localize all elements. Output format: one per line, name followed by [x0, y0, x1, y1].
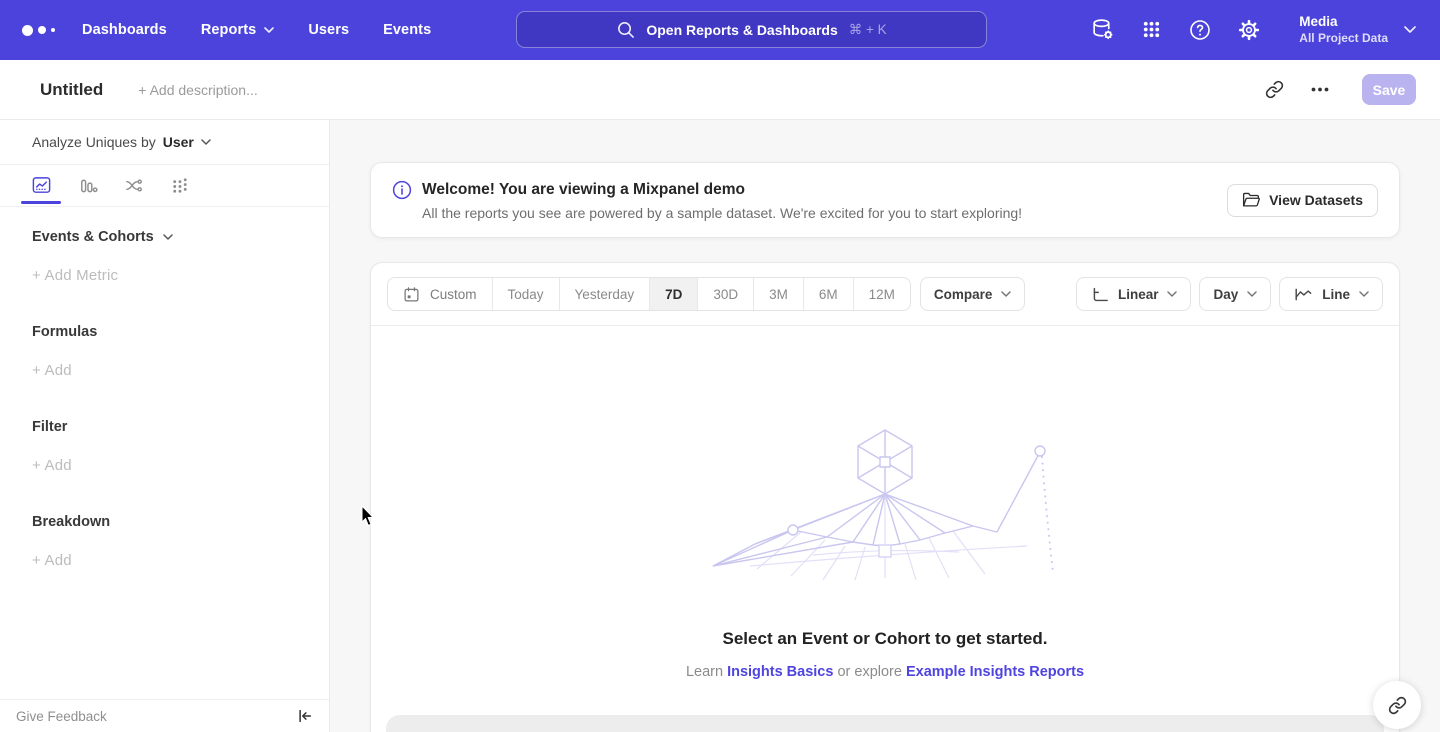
folder-icon [1242, 192, 1260, 208]
visualization-tabs [0, 165, 329, 207]
range-3m[interactable]: 3M [753, 278, 803, 310]
section-filter: Filter + Add [32, 419, 297, 474]
copy-link-button[interactable] [1265, 80, 1284, 99]
chevron-down-icon [264, 27, 274, 33]
more-options-button[interactable] [1311, 87, 1329, 92]
bar-chart-icon [77, 175, 98, 196]
banner-title: Welcome! You are viewing a Mixpanel demo [422, 181, 745, 199]
insights-line-icon [31, 175, 52, 196]
tab-flows[interactable] [110, 165, 156, 206]
mixpanel-logo-icon[interactable] [22, 25, 76, 36]
nav-users[interactable]: Users [308, 22, 349, 38]
settings-gear-icon[interactable] [1236, 17, 1262, 43]
empty-state-title: Select an Event or Cohort to get started… [723, 629, 1048, 649]
chevron-down-icon [1001, 291, 1011, 297]
report-header: Untitled + Add description... Save [0, 60, 1440, 120]
collapse-left-icon [297, 708, 313, 724]
nav-events[interactable]: Events [383, 22, 431, 38]
analyze-uniques-label: Analyze Uniques by [32, 134, 156, 150]
calendar-icon [403, 286, 420, 303]
insights-basics-link[interactable]: Insights Basics [727, 664, 833, 680]
give-feedback-link[interactable]: Give Feedback [16, 709, 107, 724]
link-icon [1388, 696, 1407, 715]
data-management-icon[interactable] [1089, 17, 1115, 43]
range-30d[interactable]: 30D [697, 278, 753, 310]
range-today[interactable]: Today [492, 278, 559, 310]
line-chart-icon [1293, 286, 1313, 303]
add-metric-button[interactable]: + Add Metric [32, 267, 297, 284]
search-placeholder: Open Reports & Dashboards [646, 22, 837, 38]
link-icon [1265, 80, 1284, 99]
chevron-down-icon [1359, 291, 1369, 297]
project-subtitle: All Project Data [1299, 31, 1388, 47]
ellipsis-icon [1311, 87, 1329, 92]
nav-right-cluster: Media All Project Data [1089, 13, 1416, 46]
metrics-grid-icon [169, 175, 190, 196]
compare-dropdown[interactable]: Compare [920, 277, 1026, 311]
section-formulas: Formulas + Add [32, 324, 297, 379]
range-custom[interactable]: Custom [388, 278, 492, 310]
view-datasets-button[interactable]: View Datasets [1227, 184, 1378, 217]
example-insights-reports-link[interactable]: Example Insights Reports [906, 664, 1084, 680]
scale-dropdown[interactable]: Linear [1076, 277, 1192, 311]
help-icon[interactable] [1187, 17, 1213, 43]
share-link-fab[interactable] [1373, 681, 1421, 729]
top-nav: Dashboards Reports Users Events Open Rep… [0, 0, 1440, 60]
filter-label: Filter [32, 419, 67, 435]
flows-icon [123, 175, 144, 196]
chevron-down-icon [1404, 26, 1416, 33]
range-yesterday[interactable]: Yesterday [559, 278, 650, 310]
axes-linear-icon [1090, 286, 1109, 303]
empty-state: Select an Event or Cohort to get started… [371, 326, 1399, 680]
project-switcher[interactable]: Media All Project Data [1299, 13, 1416, 46]
nav-reports[interactable]: Reports [201, 22, 275, 38]
info-icon [392, 180, 412, 200]
empty-state-illustration [695, 426, 1075, 581]
section-breakdown: Breakdown + Add [32, 514, 297, 569]
chevron-down-icon[interactable] [163, 234, 173, 240]
primary-nav: Dashboards Reports Users Events [82, 22, 431, 38]
breakdown-label: Breakdown [32, 514, 110, 530]
add-formula-button[interactable]: + Add [32, 362, 297, 379]
banner-subtitle: All the reports you see are powered by a… [392, 205, 1022, 221]
chart-type-dropdown[interactable]: Line [1279, 277, 1383, 311]
date-range-control: Custom Today Yesterday 7D 30D 3M 6M 12M [387, 277, 911, 311]
main-content: Welcome! You are viewing a Mixpanel demo… [330, 120, 1440, 732]
add-breakdown-button[interactable]: + Add [32, 552, 297, 569]
chevron-down-icon [1167, 291, 1177, 297]
add-filter-button[interactable]: + Add [32, 457, 297, 474]
tab-bar-chart[interactable] [64, 165, 110, 206]
save-button[interactable]: Save [1362, 74, 1416, 105]
project-name: Media [1299, 13, 1388, 31]
analyze-by-dropdown[interactable]: User [163, 134, 211, 150]
results-panel-peek [386, 715, 1384, 732]
range-7d[interactable]: 7D [649, 278, 697, 310]
apps-grid-icon[interactable] [1138, 17, 1164, 43]
range-12m[interactable]: 12M [853, 278, 910, 310]
global-search[interactable]: Open Reports & Dashboards ⌘ + K [516, 11, 987, 48]
nav-dashboards[interactable]: Dashboards [82, 22, 167, 38]
report-canvas: Custom Today Yesterday 7D 30D 3M 6M 12M … [370, 262, 1400, 732]
query-builder-sidebar: Analyze Uniques by User [0, 120, 330, 732]
report-title[interactable]: Untitled [40, 80, 103, 100]
interval-dropdown[interactable]: Day [1199, 277, 1271, 311]
add-description-field[interactable]: + Add description... [138, 82, 257, 98]
events-cohorts-label[interactable]: Events & Cohorts [32, 229, 154, 245]
collapse-sidebar-button[interactable] [297, 708, 313, 724]
demo-welcome-banner: Welcome! You are viewing a Mixpanel demo… [370, 162, 1400, 238]
chevron-down-icon [1247, 291, 1257, 297]
search-icon [616, 20, 635, 39]
section-events-cohorts: Events & Cohorts + Add Metric [32, 229, 297, 284]
range-6m[interactable]: 6M [803, 278, 853, 310]
formulas-label: Formulas [32, 324, 97, 340]
tab-insights-line[interactable] [18, 165, 64, 206]
search-shortcut: ⌘ + K [849, 22, 887, 38]
tab-metrics[interactable] [156, 165, 202, 206]
chevron-down-icon [201, 139, 211, 145]
